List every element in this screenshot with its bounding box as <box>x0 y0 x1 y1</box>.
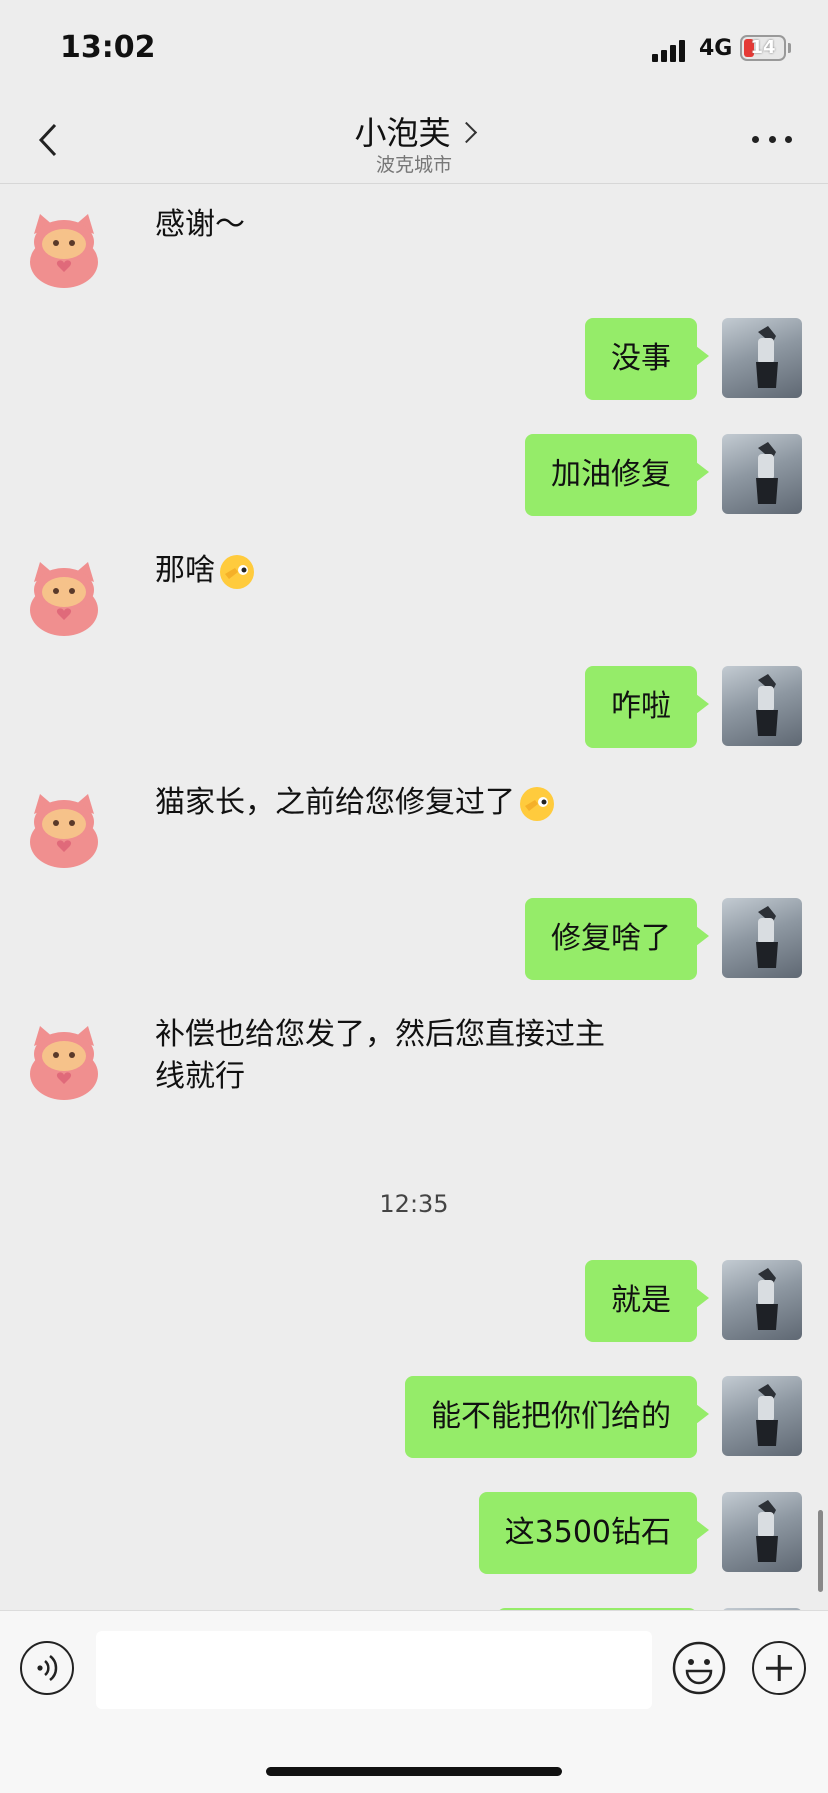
timestamp: 12:35 <box>379 1190 449 1218</box>
cat-avatar-icon <box>30 562 98 636</box>
home-indicator <box>266 1767 562 1776</box>
message-bubble-self[interactable]: 这3500钻石 <box>478 1492 710 1574</box>
photo-avatar-icon <box>756 1500 778 1562</box>
network-type: 4G <box>699 36 733 61</box>
photo-avatar-icon <box>756 326 778 388</box>
voice-button[interactable] <box>20 1641 74 1695</box>
chat-scrollbar[interactable] <box>818 1510 823 1592</box>
dot-icon <box>785 136 792 143</box>
message-bubble-self[interactable]: 没事 <box>585 318 709 400</box>
self-avatar[interactable] <box>722 898 802 978</box>
chat-area[interactable]: 感谢～ 没事 加油修复 那啥 咋啦 猫家长，之前给您修复过了 修复啥了 补偿也给… <box>0 184 828 1610</box>
photo-avatar-icon <box>756 442 778 504</box>
message-bubble-self[interactable]: 咋啦 <box>585 666 709 748</box>
dot-icon <box>752 136 759 143</box>
chat-title: 小泡芙 <box>354 114 451 152</box>
cat-avatar-icon <box>30 1026 98 1100</box>
message-text-contact: 感谢～ <box>155 207 245 242</box>
photo-avatar-icon <box>756 1384 778 1446</box>
self-avatar[interactable] <box>722 434 802 514</box>
contact-avatar[interactable] <box>24 556 104 636</box>
chat-subtitle: 波克城市 <box>375 154 452 176</box>
self-avatar[interactable] <box>722 1376 802 1456</box>
battery-icon: 14 <box>740 35 786 61</box>
message-text-contact: 那啥 <box>155 550 257 592</box>
chat-header: 小泡芙 波克城市 <box>0 100 828 184</box>
photo-avatar-icon <box>756 674 778 736</box>
plus-button[interactable] <box>752 1641 806 1695</box>
contact-avatar[interactable] <box>24 788 104 868</box>
message-line: 补偿也给您发了，然后您直接过主 <box>155 1017 605 1052</box>
voice-icon <box>37 1655 58 1681</box>
photo-avatar-icon <box>756 1268 778 1330</box>
self-avatar[interactable] <box>722 1492 802 1572</box>
wink-emoji-icon <box>220 554 254 589</box>
cat-avatar-icon <box>30 794 98 868</box>
message-text-contact: 补偿也给您发了，然后您直接过主 线就行 <box>155 1014 605 1098</box>
chevron-right-icon <box>455 121 477 144</box>
self-avatar[interactable] <box>722 318 802 398</box>
contact-avatar[interactable] <box>24 1020 104 1100</box>
cat-avatar-icon <box>30 214 98 288</box>
message-bubble-self[interactable]: 修复啥了 <box>525 898 709 980</box>
contact-avatar[interactable] <box>24 208 104 288</box>
self-avatar[interactable] <box>722 666 802 746</box>
status-bar: 13:02 4G 14 <box>0 0 828 100</box>
smiley-icon <box>672 1641 726 1695</box>
message-bubble-self[interactable]: 能不能把你们给的 <box>405 1376 709 1458</box>
emoji-button[interactable] <box>672 1641 726 1695</box>
dot-icon <box>768 136 776 143</box>
photo-avatar-icon <box>756 906 778 968</box>
wink-emoji-icon <box>520 786 554 821</box>
input-bar <box>0 1610 828 1793</box>
chat-title-link[interactable]: 小泡芙 <box>0 108 828 154</box>
battery-level: 14 <box>750 37 776 58</box>
message-text: 猫家长，之前给您修复过了 <box>155 785 515 820</box>
message-text: 那啥 <box>155 553 215 588</box>
message-bubble-self[interactable]: 就是 <box>585 1260 709 1342</box>
message-input[interactable] <box>96 1631 652 1709</box>
more-options-button[interactable] <box>752 136 792 148</box>
message-line: 线就行 <box>155 1059 245 1094</box>
message-text-contact: 猫家长，之前给您修复过了 <box>155 782 557 824</box>
status-time: 13:02 <box>60 30 156 65</box>
message-bubble-self[interactable]: 加油修复 <box>525 434 709 516</box>
self-avatar[interactable] <box>722 1260 802 1340</box>
signal-icon <box>652 38 692 62</box>
